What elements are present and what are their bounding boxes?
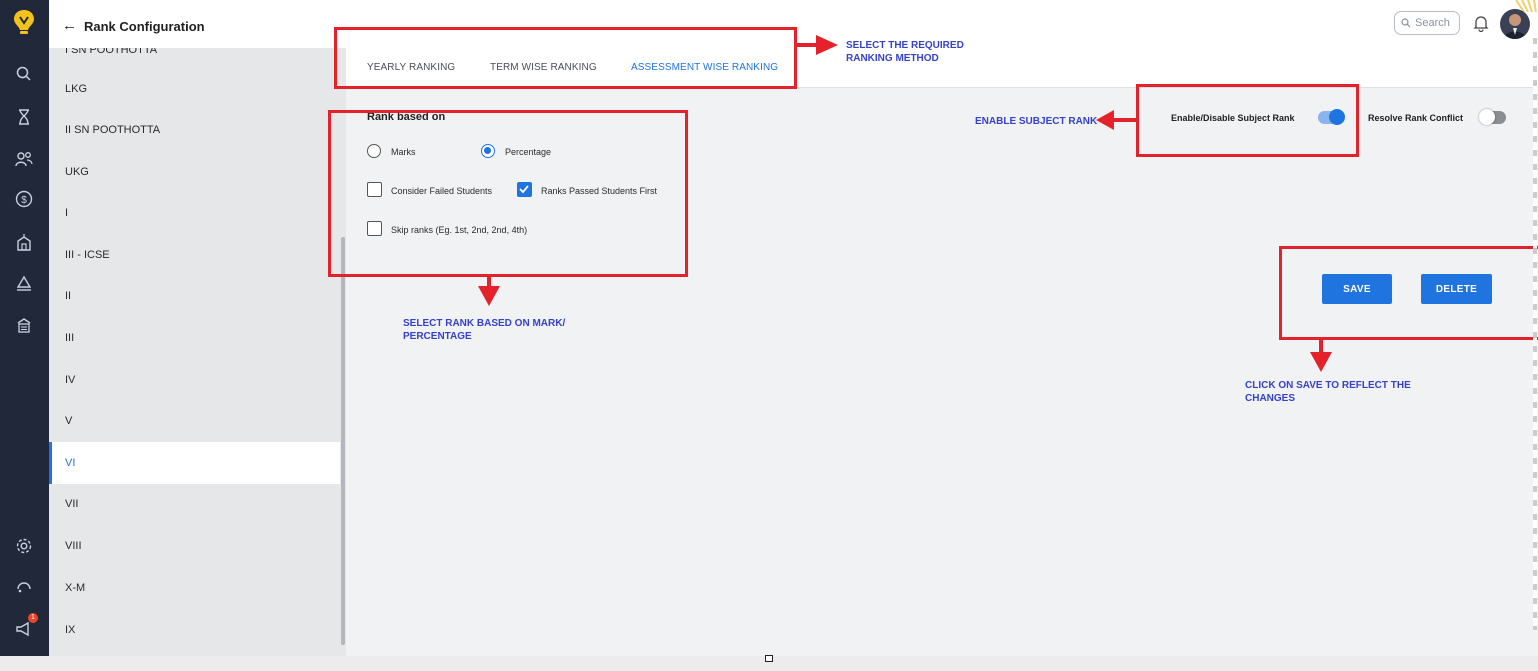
class-item[interactable]: III [49,317,340,359]
search-icon [1401,18,1411,28]
sidebar-scrollbar[interactable] [341,237,345,645]
class-label: III [65,332,75,344]
reports-icon[interactable] [12,313,36,337]
annotation-rank-based: SELECT RANK BASED ON MARK/ PERCENTAGE [403,317,565,343]
class-list: I SN POOTHOTTA LKG II SN POOTHOTTA UKG I… [49,48,346,656]
class-item[interactable]: III - ICSE [49,234,340,276]
back-arrow-icon[interactable]: ← [62,17,77,34]
rank-conflict-toggle[interactable] [1479,109,1506,125]
class-item[interactable]: IV [49,359,340,401]
rank-conflict-label: Resolve Rank Conflict [1368,113,1464,123]
svg-text:$: $ [21,195,27,206]
user-avatar[interactable] [1500,9,1530,39]
class-label: II [65,290,72,302]
class-label: IX [65,624,76,636]
class-item[interactable]: VII [49,483,340,525]
search-icon[interactable] [12,62,36,86]
arrow-down-icon [478,277,500,306]
dollar-icon[interactable]: $ [12,187,36,211]
class-label: I [65,207,69,219]
app-logo-icon[interactable] [10,8,38,36]
class-label: IV [65,374,76,386]
app-rail: $ 1 [0,0,49,671]
annotation-subject-rank: ENABLE SUBJECT RANK [975,116,1098,127]
settings-gear-icon[interactable] [12,534,36,558]
annotation-line: CHANGES [1245,393,1296,404]
annotation-line: RANKING METHOD [846,53,939,64]
annotation-line: CLICK ON SAVE TO REFLECT THE [1245,380,1411,391]
announcement-icon[interactable]: 1 [12,613,38,641]
class-label: UKG [65,166,89,178]
class-item[interactable]: V [49,400,340,442]
bell-icon[interactable] [1473,14,1489,32]
annotation-line: SELECT RANK BASED ON MARK/ [403,318,566,329]
support-icon[interactable] [12,576,36,600]
toggle-knob [1479,109,1495,125]
class-item[interactable]: I [49,192,340,234]
class-item[interactable]: UKG [49,151,340,193]
class-label: VI [65,457,76,469]
annotation-line: PERCENTAGE [403,331,472,342]
notification-badge: 1 [28,613,38,623]
subject-rank-highlight [1136,84,1359,157]
arrow-left-icon [1096,110,1136,130]
class-item[interactable]: VIII [49,525,340,567]
ranking-method-highlight [334,27,797,89]
class-label: X-M [65,582,86,594]
class-label: II SN POOTHOTTA [65,124,161,136]
page-title: Rank Configuration [84,19,205,34]
class-item[interactable]: LKG [49,68,340,110]
resize-handle[interactable] [765,655,773,662]
page-scrollbar-track[interactable] [1533,30,1537,630]
save-highlight [1279,246,1538,340]
annotation-ranking-method: SELECT THE REQUIRED RANKING METHOD [846,39,964,65]
class-label: VIII [65,540,82,552]
recycle-icon[interactable] [12,272,36,296]
school-icon[interactable] [12,230,36,254]
search-input[interactable]: Search [1394,11,1460,35]
annotation-save: CLICK ON SAVE TO REFLECT THE CHANGES [1245,379,1411,405]
users-icon[interactable] [12,147,36,171]
class-label: V [65,415,73,427]
class-item-active[interactable]: VI [49,442,340,484]
class-item-clipped[interactable]: I SN POOTHOTTA [65,48,157,56]
class-item[interactable]: IX [49,609,340,651]
class-label: VII [65,498,79,510]
class-label: III - ICSE [65,249,110,261]
class-item[interactable]: X-M [49,567,340,609]
class-label: LKG [65,83,88,95]
hourglass-icon[interactable] [12,105,36,129]
rank-based-highlight [328,110,688,277]
arrow-down-icon [1310,340,1332,372]
class-item[interactable]: II [49,275,340,317]
annotation-line: SELECT THE REQUIRED [846,40,964,51]
search-placeholder: Search [1415,17,1450,29]
class-item[interactable]: II SN POOTHOTTA [49,109,340,151]
